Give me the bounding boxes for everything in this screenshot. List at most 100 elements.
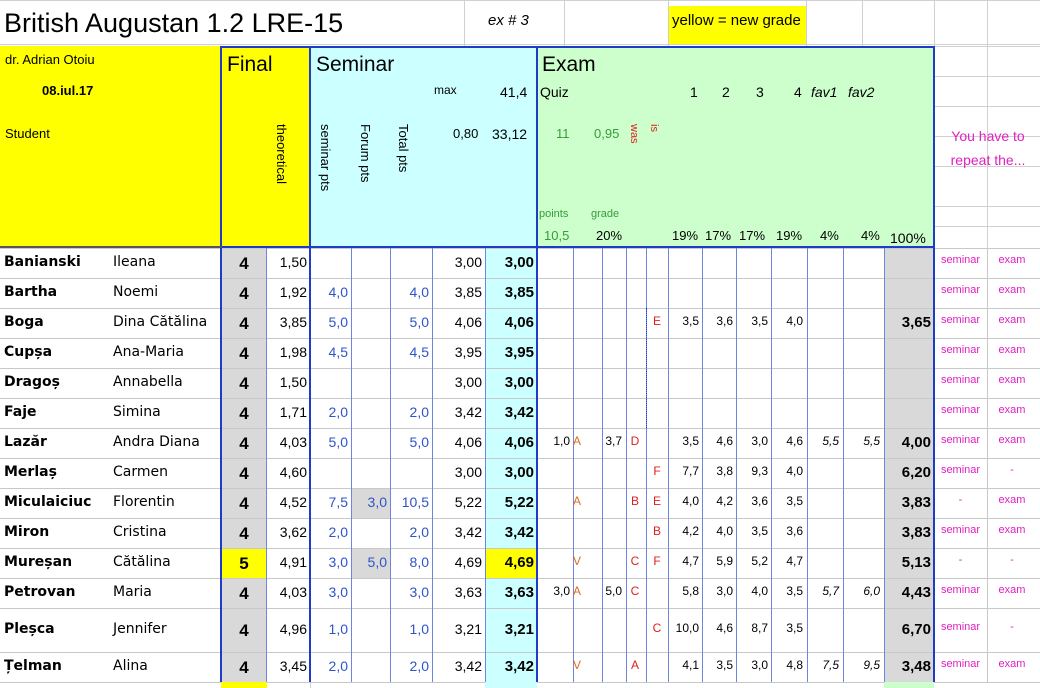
seminar-grade[interactable]: 3,95 bbox=[485, 344, 534, 361]
repeat-seminar[interactable]: seminar bbox=[934, 658, 987, 670]
exam-score-2[interactable]: 3,5 bbox=[702, 658, 733, 672]
seminar-pts[interactable]: 2,0 bbox=[310, 404, 348, 420]
repeat-seminar[interactable]: seminar bbox=[934, 284, 987, 296]
quiz-is-letter[interactable]: E bbox=[646, 314, 668, 328]
final-grade[interactable]: 4 bbox=[222, 524, 266, 544]
final-grade[interactable]: 4 bbox=[222, 344, 266, 364]
student-last-name[interactable]: Lazăr bbox=[4, 434, 119, 450]
final-grade[interactable]: 4 bbox=[222, 314, 266, 334]
repeat-exam[interactable]: - bbox=[987, 621, 1037, 633]
exam-score-3[interactable]: 3,5 bbox=[736, 524, 768, 538]
theoretical-grade[interactable]: 1,98 bbox=[266, 344, 307, 360]
total-pts[interactable]: 5,0 bbox=[390, 314, 429, 330]
final-grade[interactable]: 4 bbox=[222, 434, 266, 454]
exam-score-1[interactable]: 4,2 bbox=[668, 524, 699, 538]
seminar-pts[interactable]: 4,0 bbox=[310, 284, 348, 300]
repeat-exam[interactable]: exam bbox=[987, 584, 1037, 596]
repeat-seminar[interactable]: seminar bbox=[934, 404, 987, 416]
exam-score-1[interactable]: 4,7 bbox=[668, 554, 699, 568]
quiz-is-letter[interactable]: C bbox=[646, 621, 668, 635]
student-last-name[interactable]: Petrovan bbox=[4, 584, 119, 600]
exam-final[interactable]: 3,48 bbox=[884, 658, 931, 675]
total-pts[interactable]: 4,0 bbox=[390, 284, 429, 300]
exam-final[interactable]: 5,13 bbox=[884, 554, 931, 571]
seminar-relative[interactable]: 4,06 bbox=[432, 314, 482, 330]
quiz-is-letter[interactable]: F bbox=[646, 554, 668, 568]
exam-score-2[interactable]: 4,2 bbox=[702, 494, 733, 508]
quiz1-letter[interactable]: A bbox=[573, 584, 587, 598]
student-first-name[interactable]: Cătălina bbox=[113, 554, 223, 570]
seminar-relative[interactable]: 3,95 bbox=[432, 344, 482, 360]
total-pts[interactable]: 4,5 bbox=[390, 344, 429, 360]
quiz-is-letter[interactable]: E bbox=[646, 494, 668, 508]
seminar-relative[interactable]: 4,69 bbox=[432, 554, 482, 570]
exam-score-4[interactable]: 4,6 bbox=[771, 434, 803, 448]
exam-score-3[interactable]: 3,0 bbox=[736, 434, 768, 448]
student-first-name[interactable]: Ileana bbox=[113, 254, 223, 270]
total-pts[interactable]: 3,0 bbox=[390, 584, 429, 600]
repeat-exam[interactable]: exam bbox=[987, 344, 1037, 356]
seminar-relative[interactable]: 3,00 bbox=[432, 254, 482, 270]
repeat-exam[interactable]: exam bbox=[987, 284, 1037, 296]
seminar-relative[interactable]: 4,06 bbox=[432, 434, 482, 450]
seminar-pts[interactable]: 4,5 bbox=[310, 344, 348, 360]
exam-score-4[interactable]: 4,8 bbox=[771, 658, 803, 672]
repeat-seminar[interactable]: seminar bbox=[934, 344, 987, 356]
exam-fav2[interactable]: 5,5 bbox=[843, 434, 880, 448]
seminar-grade[interactable]: 3,42 bbox=[485, 658, 534, 675]
repeat-seminar[interactable]: seminar bbox=[934, 524, 987, 536]
final-grade[interactable]: 4 bbox=[222, 374, 266, 394]
total-pts[interactable]: 8,0 bbox=[390, 554, 429, 570]
exam-score-2[interactable]: 5,9 bbox=[702, 554, 733, 568]
exam-score-3[interactable]: 3,6 bbox=[736, 494, 768, 508]
repeat-exam[interactable]: exam bbox=[987, 434, 1037, 446]
quiz1-letter[interactable]: A bbox=[573, 494, 587, 508]
repeat-exam[interactable]: - bbox=[987, 554, 1037, 566]
exam-score-4[interactable]: 3,5 bbox=[771, 621, 803, 635]
exam-fav1[interactable]: 5,7 bbox=[807, 584, 839, 598]
exam-score-4[interactable]: 3,5 bbox=[771, 584, 803, 598]
seminar-relative[interactable]: 3,42 bbox=[432, 524, 482, 540]
forum-pts[interactable]: 5,0 bbox=[351, 554, 387, 570]
student-last-name[interactable]: Boga bbox=[4, 314, 119, 330]
quiz1-points[interactable]: 3,0 bbox=[537, 584, 570, 598]
exam-score-3[interactable]: 5,2 bbox=[736, 554, 768, 568]
seminar-pts[interactable]: 3,0 bbox=[310, 584, 348, 600]
seminar-pts[interactable]: 2,0 bbox=[310, 524, 348, 540]
student-first-name[interactable]: Florentin bbox=[113, 494, 223, 510]
repeat-seminar[interactable]: seminar bbox=[934, 374, 987, 386]
seminar-relative[interactable]: 3,00 bbox=[432, 464, 482, 480]
theoretical-grade[interactable]: 4,91 bbox=[266, 554, 307, 570]
student-last-name[interactable]: Merlaș bbox=[4, 464, 119, 480]
total-pts[interactable]: 1,0 bbox=[390, 621, 429, 637]
student-first-name[interactable]: Alina bbox=[113, 658, 223, 674]
repeat-seminar[interactable]: seminar bbox=[934, 254, 987, 266]
theoretical-grade[interactable]: 4,03 bbox=[266, 584, 307, 600]
exam-final[interactable]: 4,43 bbox=[884, 584, 931, 601]
exam-score-4[interactable]: 4,7 bbox=[771, 554, 803, 568]
repeat-seminar[interactable]: - bbox=[934, 494, 987, 506]
seminar-relative[interactable]: 3,63 bbox=[432, 584, 482, 600]
student-first-name[interactable]: Cristina bbox=[113, 524, 223, 540]
exam-score-3[interactable]: 3,0 bbox=[736, 658, 768, 672]
student-last-name[interactable]: Țelman bbox=[4, 658, 119, 674]
student-first-name[interactable]: Dina Cătălina bbox=[113, 314, 223, 330]
quiz-is-letter[interactable]: F bbox=[646, 464, 668, 478]
exam-fav2[interactable]: 6,0 bbox=[843, 584, 880, 598]
exam-score-1[interactable]: 3,5 bbox=[668, 434, 699, 448]
exam-score-1[interactable]: 5,8 bbox=[668, 584, 699, 598]
student-last-name[interactable]: Banianski bbox=[4, 254, 119, 270]
student-first-name[interactable]: Carmen bbox=[113, 464, 223, 480]
exam-score-3[interactable]: 9,3 bbox=[736, 464, 768, 478]
quiz-was-letter[interactable]: A bbox=[626, 658, 644, 672]
student-last-name[interactable]: Miron bbox=[4, 524, 119, 540]
theoretical-grade[interactable]: 3,85 bbox=[266, 314, 307, 330]
student-last-name[interactable]: Bartha bbox=[4, 284, 119, 300]
repeat-exam[interactable]: exam bbox=[987, 254, 1037, 266]
student-first-name[interactable]: Simina bbox=[113, 404, 223, 420]
theoretical-grade[interactable]: 3,62 bbox=[266, 524, 307, 540]
final-grade[interactable]: 4 bbox=[222, 494, 266, 514]
exam-final[interactable]: 4,00 bbox=[884, 434, 931, 451]
student-first-name[interactable]: Andra Diana bbox=[113, 434, 223, 450]
repeat-exam[interactable]: exam bbox=[987, 524, 1037, 536]
